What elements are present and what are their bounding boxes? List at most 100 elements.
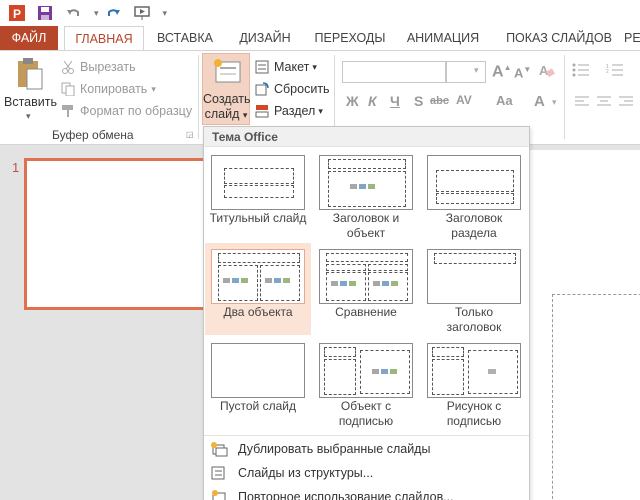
section-dropdown-icon: ▾ [318, 105, 323, 116]
align-left-icon[interactable] [574, 95, 590, 112]
layout-label-line1: Объект с [340, 399, 392, 413]
reuse-slides-menu-item[interactable]: Повторное использование слайдов... [204, 486, 529, 500]
grow-font-icon[interactable]: A▲ [492, 63, 511, 81]
save-icon[interactable] [34, 2, 56, 24]
layout-title-slide[interactable]: Титульный слайд [205, 149, 311, 241]
font-size-field[interactable] [446, 61, 486, 83]
align-center-icon[interactable] [596, 95, 612, 112]
layout-thumbnail [319, 155, 413, 210]
italic-icon[interactable]: К [368, 93, 377, 109]
group-divider [198, 55, 199, 139]
new-slide-icon [212, 58, 242, 87]
layout-label: Пустой слайд [220, 399, 296, 413]
layout-comparison[interactable]: Сравнение [313, 243, 419, 335]
character-spacing-icon[interactable]: AV [456, 93, 472, 107]
scissors-icon [60, 59, 76, 75]
slides-from-outline-label: Слайды из структуры... [238, 466, 374, 480]
format-painter-label: Формат по образцу [80, 104, 193, 118]
tab-animations[interactable]: АНИМАЦИЯ [398, 26, 488, 51]
font-size-dropdown-icon[interactable]: ▾ [474, 65, 479, 76]
font-color-icon[interactable]: A [534, 93, 545, 110]
section-label: Раздел [274, 104, 316, 118]
reset-label: Сбросить [274, 82, 330, 96]
duplicate-slides-menu-item[interactable]: Дублировать выбранные слайды [204, 438, 529, 460]
undo-dropdown-icon[interactable]: ▾ [94, 8, 99, 19]
layout-section-header[interactable]: Заголовок раздела [421, 149, 527, 241]
reset-button[interactable]: Сбросить [254, 79, 330, 99]
layout-blank[interactable]: Пустой слайд [205, 337, 311, 429]
paste-icon [16, 57, 44, 94]
customize-icon[interactable]: ▾ [163, 8, 168, 19]
copy-label: Копировать [80, 82, 148, 96]
powerpoint-logo-icon[interactable]: P [6, 2, 28, 24]
svg-text:2: 2 [606, 69, 609, 75]
change-case-icon[interactable]: Aa [496, 93, 513, 108]
section-button[interactable]: Раздел ▾ [254, 101, 323, 121]
layout-icon [254, 59, 270, 75]
align-right-icon[interactable] [618, 95, 634, 112]
tab-design[interactable]: ДИЗАЙН [228, 26, 302, 51]
tab-review[interactable]: РЕЦ [622, 26, 640, 51]
layout-dropdown-icon: ▾ [312, 61, 317, 72]
clipboard-dialog-launcher-icon[interactable]: ◲ [186, 130, 194, 139]
tab-insert[interactable]: ВСТАВКА [150, 26, 220, 51]
shadow-icon[interactable]: S [414, 93, 423, 109]
layout-label-line2: подписью [338, 414, 394, 428]
quick-access-toolbar: P ▾ ▾ [0, 0, 640, 26]
layout-label-line1: Заголовок и [332, 211, 400, 225]
format-painter-button[interactable]: Формат по образцу [60, 101, 192, 121]
new-slide-button[interactable]: Создать слайд ▾ [202, 53, 251, 125]
layout-title-and-content[interactable]: Заголовок и объект [313, 149, 419, 241]
bold-icon[interactable]: Ж [346, 93, 359, 109]
layout-label-line2: раздела [451, 226, 497, 240]
svg-text:P: P [13, 7, 21, 21]
layout-thumbnail [427, 155, 521, 210]
reuse-slides-label: Повторное использование слайдов... [238, 490, 454, 500]
undo-icon[interactable] [62, 2, 84, 24]
shrink-font-icon[interactable]: A▼ [514, 65, 531, 80]
cut-button[interactable]: Вырезать [60, 57, 136, 77]
font-color-dropdown-icon[interactable]: ▾ [552, 97, 557, 108]
layout-content-with-caption[interactable]: Объект с подписью [313, 337, 419, 429]
strikethrough-icon[interactable]: abc [430, 95, 449, 107]
ribbon-tabs: ФАЙЛ ГЛАВНАЯ ВСТАВКА ДИЗАЙН ПЕРЕХОДЫ АНИ… [0, 26, 640, 52]
tab-slideshow[interactable]: ПОКАЗ СЛАЙДОВ [498, 26, 620, 51]
copy-button[interactable]: Копировать ▾ [60, 79, 156, 99]
copy-dropdown-icon: ▾ [151, 83, 156, 94]
section-icon [254, 103, 270, 119]
slide-number: 1 [12, 160, 20, 175]
paste-dropdown-icon: ▾ [26, 111, 31, 121]
layout-two-content[interactable]: Два объекта [205, 243, 311, 335]
layout-button[interactable]: Макет ▾ [254, 57, 317, 77]
cut-label: Вырезать [80, 60, 136, 74]
tab-file[interactable]: ФАЙЛ [0, 26, 58, 51]
layout-title-only[interactable]: Только заголовок [421, 243, 527, 335]
layout-picture-with-caption[interactable]: Рисунок с подписью [421, 337, 527, 429]
layout-thumbnail [427, 249, 521, 304]
layout-thumbnail [211, 343, 305, 398]
from-beginning-icon[interactable] [131, 2, 153, 24]
layout-label-line2: объект [346, 226, 386, 240]
layout-thumbnail [211, 249, 305, 304]
font-name-field[interactable] [342, 61, 446, 83]
layout-label-line1: Только [454, 305, 494, 319]
layout-thumbnail [319, 249, 413, 304]
slide-thumbnail[interactable] [24, 158, 216, 310]
layout-gallery-dropdown: Тема Office Титульный слайд Заголовок и … [203, 126, 530, 500]
clear-formatting-icon[interactable]: A [538, 61, 556, 82]
slides-from-outline-menu-item[interactable]: Слайды из структуры... [204, 462, 529, 484]
redo-icon[interactable] [103, 2, 125, 24]
tab-home[interactable]: ГЛАВНАЯ [64, 26, 144, 52]
tab-transitions[interactable]: ПЕРЕХОДЫ [310, 26, 390, 51]
duplicate-slides-icon [210, 441, 228, 457]
slide-placeholder[interactable] [552, 294, 640, 500]
new-slide-label-line1: Создать [203, 92, 251, 106]
format-painter-icon [60, 103, 76, 119]
bullets-icon[interactable] [572, 63, 590, 80]
layout-thumbnail [427, 343, 521, 398]
svg-text:A: A [539, 63, 549, 78]
numbering-icon[interactable]: 12 [606, 63, 624, 80]
underline-icon[interactable]: Ч [390, 93, 400, 109]
paste-button[interactable]: Вставить ▾ [4, 55, 57, 125]
paste-label: Вставить [4, 95, 57, 109]
